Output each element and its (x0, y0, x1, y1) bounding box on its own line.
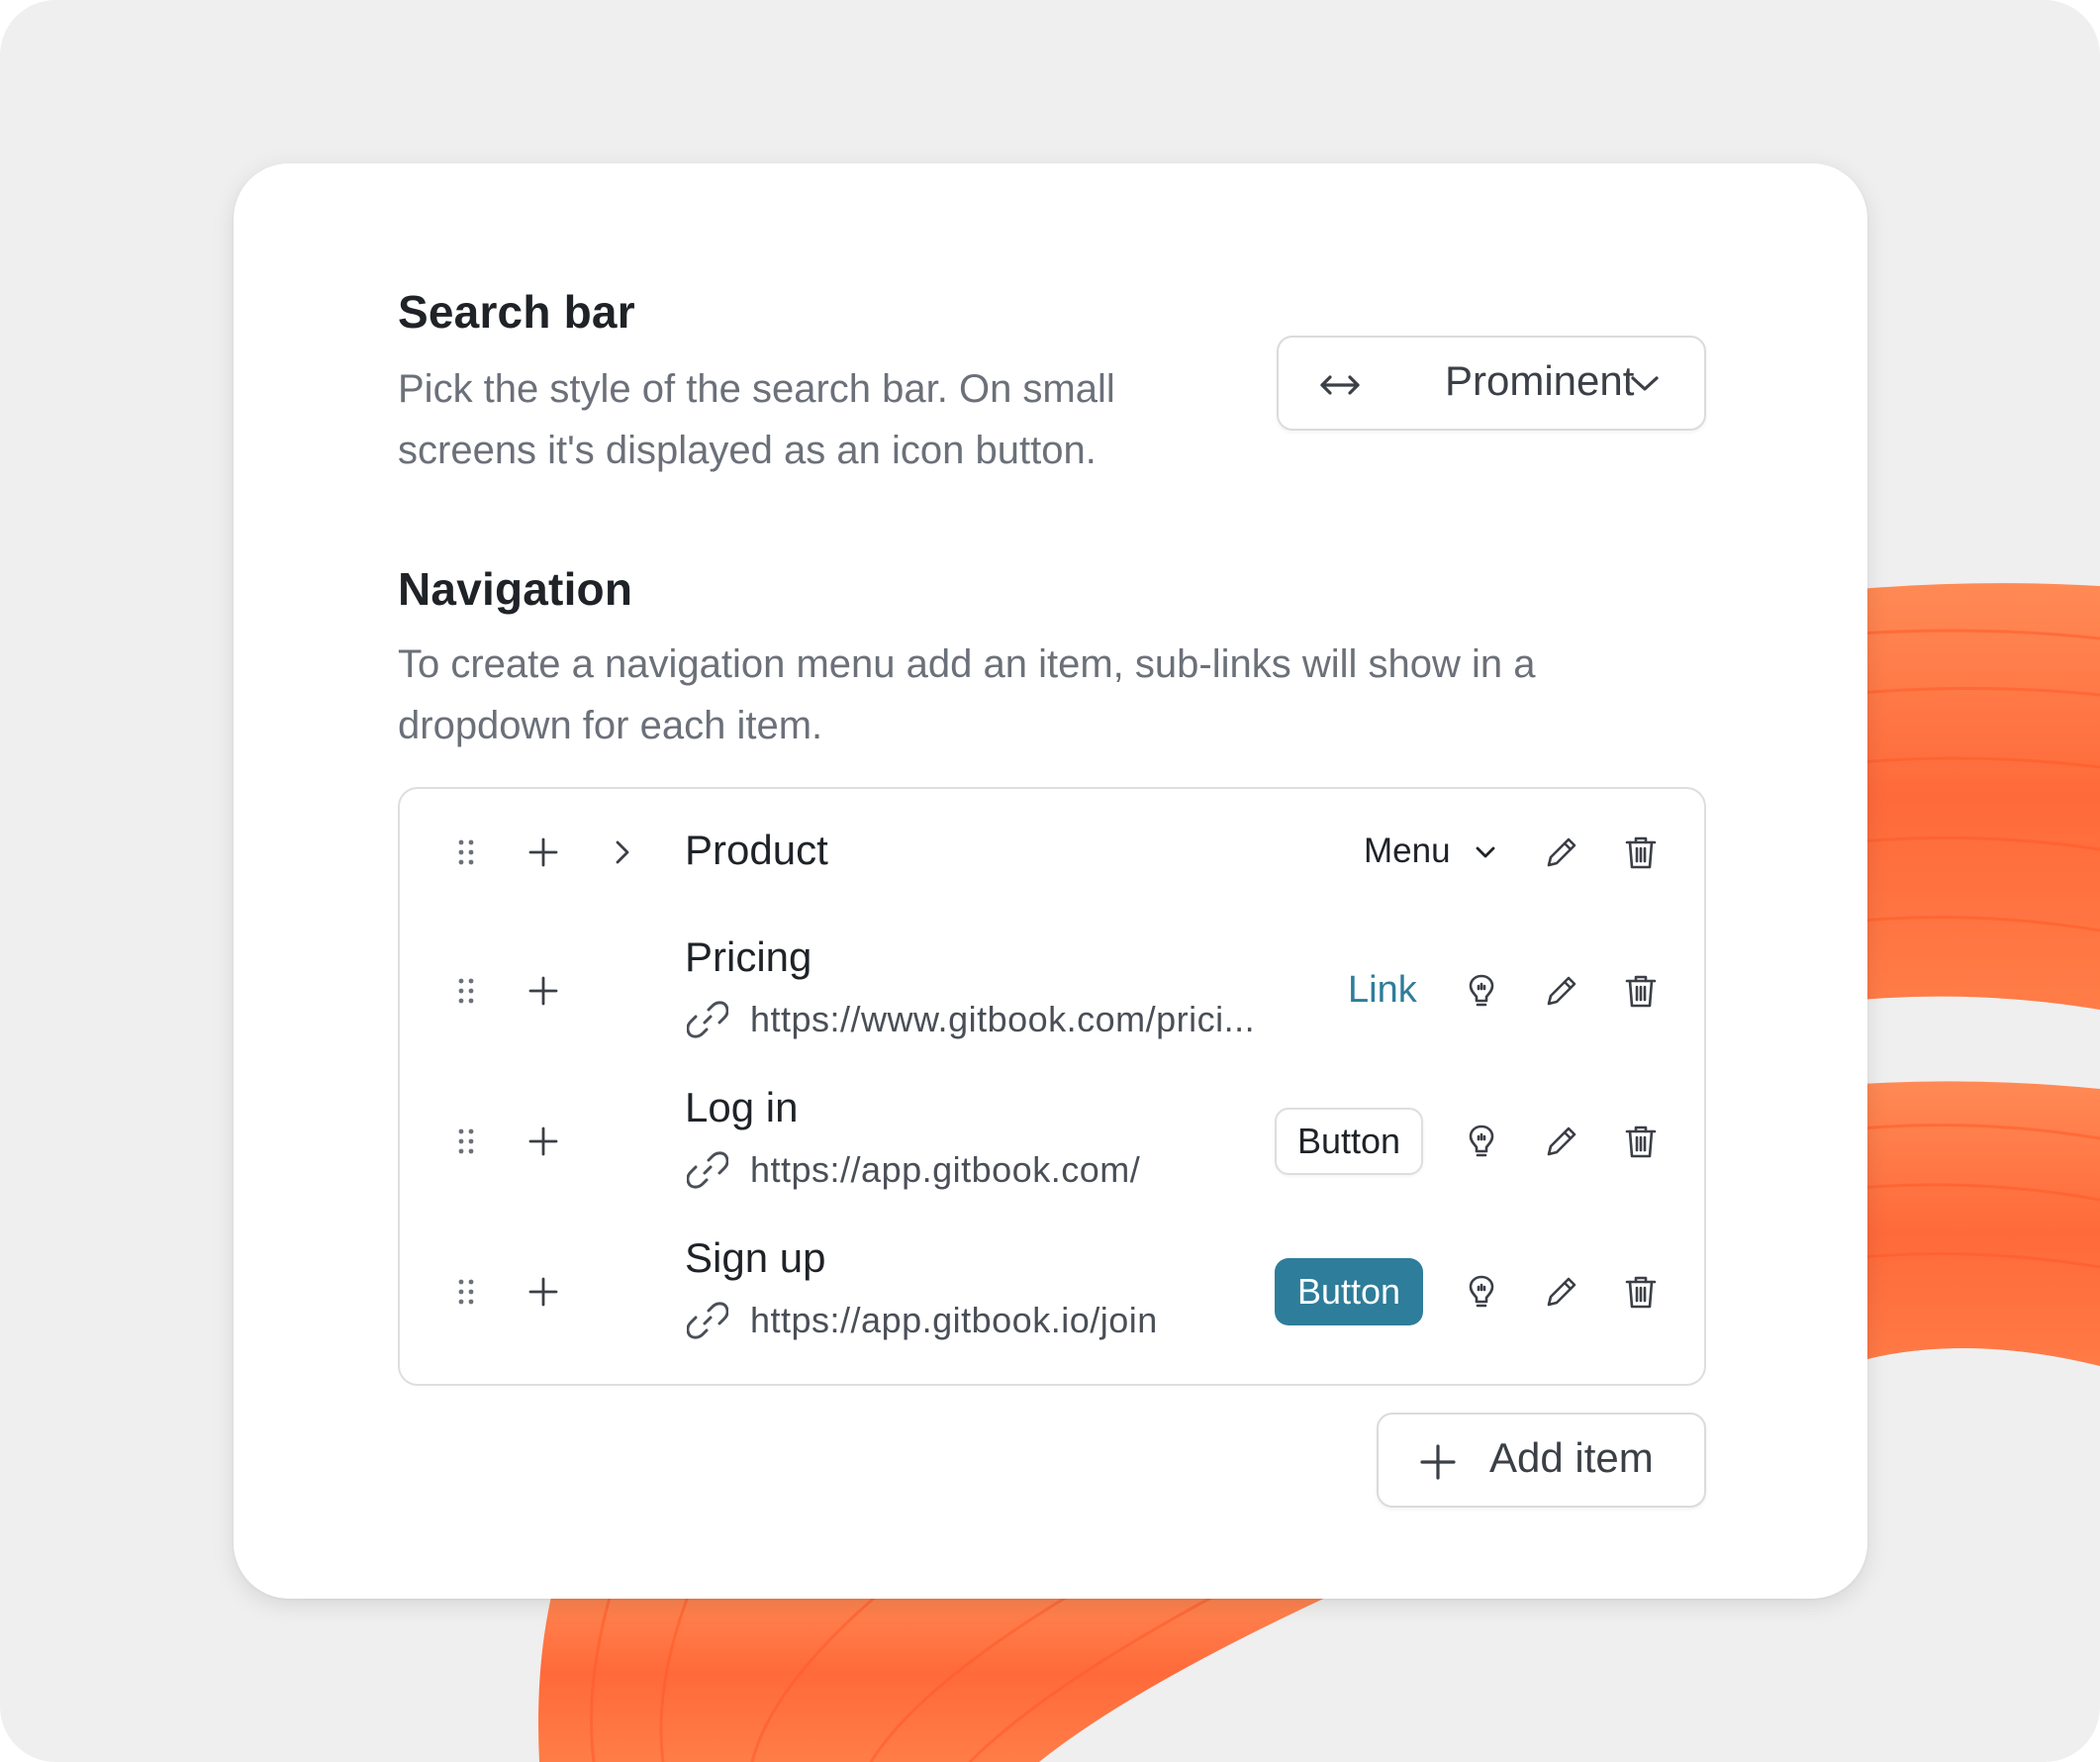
add-subitem-icon[interactable] (528, 837, 558, 867)
link-icon (687, 1149, 728, 1191)
drag-handle-icon[interactable] (457, 1127, 475, 1155)
delete-trash-icon[interactable] (1624, 1124, 1658, 1159)
edit-pencil-icon[interactable] (1545, 1275, 1578, 1309)
drag-handle-icon[interactable] (457, 1278, 475, 1306)
link-icon (687, 1300, 728, 1341)
navigation-items-list: Product Menu Pricing https://www.gitbook.co… (398, 787, 1706, 1386)
delete-trash-icon[interactable] (1624, 973, 1658, 1009)
nav-item-label: Log in (685, 1084, 799, 1130)
add-subitem-icon[interactable] (528, 976, 558, 1006)
add-subitem-icon[interactable] (528, 1277, 558, 1307)
add-item-label: Add item (1489, 1434, 1654, 1481)
drag-handle-icon[interactable] (457, 977, 475, 1005)
search-bar-desc-line1: Pick the style of the search bar. On sma… (398, 367, 1115, 411)
lightbulb-icon[interactable] (1467, 1274, 1496, 1310)
chevron-down-icon (1475, 845, 1496, 859)
edit-pencil-icon[interactable] (1545, 1125, 1578, 1158)
settings-card: Search bar Pick the style of the search … (234, 163, 1867, 1599)
search-style-select[interactable]: Prominent (1277, 336, 1706, 431)
lightbulb-icon[interactable] (1467, 973, 1496, 1009)
add-item-button[interactable]: Add item (1377, 1413, 1706, 1508)
item-type-link[interactable]: Link (1348, 969, 1417, 1012)
item-type-button-primary[interactable]: Button (1275, 1258, 1423, 1325)
search-bar-desc-line2: screens it's displayed as an icon button… (398, 429, 1097, 472)
arrows-horizontal-icon (1318, 365, 1362, 405)
navigation-title: Navigation (398, 563, 633, 615)
delete-trash-icon[interactable] (1624, 1274, 1658, 1310)
edit-pencil-icon[interactable] (1545, 835, 1578, 869)
nav-item-url: https://app.gitbook.com/ (750, 1149, 1141, 1190)
delete-trash-icon[interactable] (1624, 834, 1658, 870)
chevron-down-icon (1629, 373, 1661, 395)
nav-item-label: Product (685, 827, 828, 873)
add-subitem-icon[interactable] (528, 1126, 558, 1156)
nav-item-url: https://app.gitbook.io/join (750, 1300, 1158, 1340)
background-frame: Search bar Pick the style of the search … (0, 0, 2100, 1762)
search-bar-title: Search bar (398, 286, 635, 338)
search-style-value: Prominent (1445, 357, 1635, 404)
nav-item-url: https://www.gitbook.com/prici... (750, 999, 1256, 1039)
lightbulb-icon[interactable] (1467, 1124, 1496, 1159)
item-type-menu-select[interactable]: Menu (1364, 832, 1451, 871)
navigation-desc-line1: To create a navigation menu add an item,… (398, 642, 1536, 686)
plus-icon (1418, 1442, 1458, 1482)
navigation-desc-line2: dropdown for each item. (398, 704, 823, 747)
nav-item-label: Pricing (685, 933, 812, 980)
item-type-button-outline[interactable]: Button (1275, 1108, 1423, 1175)
expand-chevron-icon[interactable] (614, 838, 631, 866)
edit-pencil-icon[interactable] (1545, 974, 1578, 1008)
link-icon (687, 999, 728, 1040)
drag-handle-icon[interactable] (457, 838, 475, 866)
nav-item-label: Sign up (685, 1234, 826, 1281)
